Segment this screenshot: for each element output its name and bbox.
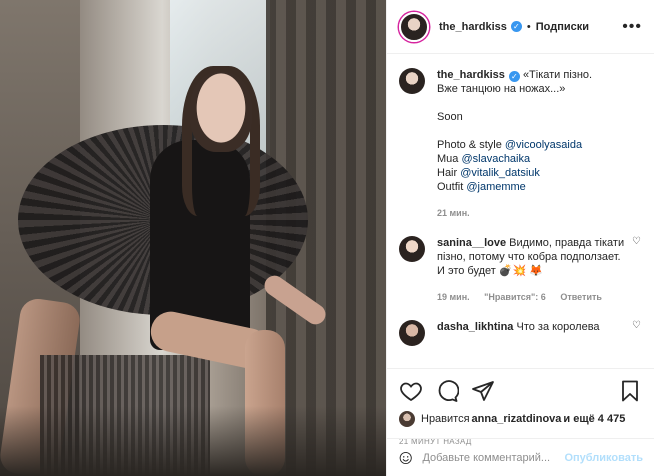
outfit-credit-label: Outfit (437, 181, 467, 193)
like-heart-icon[interactable] (399, 379, 423, 403)
hair-credit-label: Hair (437, 167, 461, 179)
caption-avatar[interactable] (399, 68, 425, 94)
comment-item: sanina__love Видимо, правда тікати пізно… (399, 236, 642, 304)
liker-avatar[interactable] (399, 411, 415, 427)
caption-line-1: «Тікати пізно. (522, 69, 593, 81)
hair-credit-link[interactable]: @vitalik_datsiuk (460, 167, 540, 179)
comment-item: dasha_likhtina Что за королева ♡ (399, 320, 642, 346)
comment-bubble-icon[interactable] (435, 379, 459, 403)
comment-text: Что за королева (516, 321, 600, 333)
photo-floor (0, 406, 386, 476)
caption-time: 21 мин. (437, 208, 470, 218)
comment-meta: 19 мин. "Нравится": 6 Ответить (437, 290, 626, 304)
action-icons (399, 377, 642, 405)
post-side-panel: the_hardkiss ✓ • Подписки ••• the_hardki… (386, 0, 654, 476)
caption-line-2: Вже танцюю на ножах...» (437, 83, 566, 95)
reply-button[interactable]: Ответить (560, 292, 602, 302)
likes-summary: Нравится anna_rizatdinova и ещё 4 475 (399, 411, 642, 427)
comment-likes[interactable]: "Нравится": 6 (484, 292, 546, 302)
liker-username[interactable]: anna_rizatdinova (472, 413, 562, 425)
caption: the_hardkiss ✓ «Тікати пізно. Вже танцюю … (399, 68, 642, 220)
author-avatar[interactable] (399, 11, 429, 42)
outfit-credit-link[interactable]: @jamemme (466, 181, 525, 193)
comment-like-heart-icon[interactable]: ♡ (632, 320, 642, 346)
add-comment-bar: Опубликовать (387, 438, 654, 476)
comment-username[interactable]: dasha_likhtina (437, 321, 513, 333)
author-username[interactable]: the_hardkiss (439, 21, 507, 33)
commenter-avatar[interactable] (399, 320, 425, 346)
photo-face (190, 72, 252, 152)
verified-badge-icon: ✓ (508, 71, 520, 82)
photo-credit-link[interactable]: @vicoolyasaida (505, 139, 582, 151)
post-photo[interactable] (0, 0, 386, 476)
share-send-icon[interactable] (471, 379, 495, 403)
caption-timestamp[interactable]: 21 мин. (437, 206, 642, 220)
comments-list[interactable]: the_hardkiss ✓ «Тікати пізно. Вже танцюю … (387, 54, 654, 368)
comment-like-heart-icon[interactable]: ♡ (632, 236, 642, 304)
emoji-icon[interactable] (399, 448, 412, 468)
comment-input[interactable] (422, 451, 565, 464)
post-header: the_hardkiss ✓ • Подписки ••• (387, 0, 654, 54)
publish-button[interactable]: Опубликовать (564, 452, 643, 464)
caption-line-3: Soon (437, 111, 463, 123)
header-separator: • (526, 20, 531, 33)
photo-credit-label: Photo & style (437, 139, 505, 151)
comment-time[interactable]: 19 мин. (437, 292, 470, 302)
likes-others[interactable]: и ещё 4 475 (563, 413, 625, 425)
bookmark-icon[interactable] (618, 379, 642, 403)
caption-username[interactable]: the_hardkiss (437, 69, 505, 81)
mua-credit-link[interactable]: @slavachaika (461, 153, 530, 165)
comment-username[interactable]: sanina__love (437, 237, 506, 249)
mua-credit-label: Mua (437, 153, 462, 165)
following-button[interactable]: Подписки (536, 21, 589, 33)
commenter-avatar[interactable] (399, 236, 425, 262)
more-options-icon[interactable]: ••• (622, 18, 642, 36)
instagram-post: the_hardkiss ✓ • Подписки ••• the_hardki… (0, 0, 654, 476)
verified-badge-icon: ✓ (510, 21, 522, 32)
likes-prefix: Нравится (421, 413, 470, 425)
